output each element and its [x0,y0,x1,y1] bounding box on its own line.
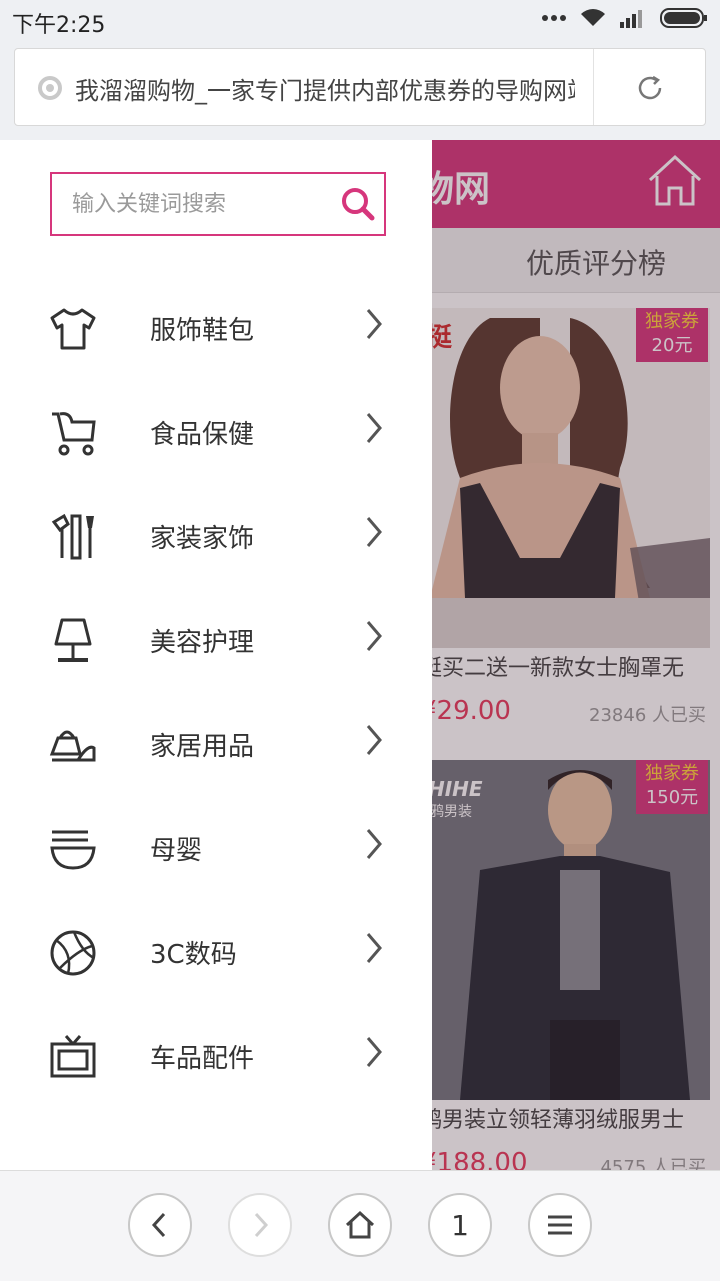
category-label: 母婴 [150,836,203,866]
category-item-food[interactable]: 食品保健 [0,396,432,500]
category-item-car-accessories[interactable]: 车品配件 [0,1020,432,1124]
tab-count: 1 [451,1208,469,1242]
menu-button[interactable] [528,1193,592,1257]
category-item-home-decor[interactable]: 家装家饰 [0,500,432,604]
category-label: 车品配件 [150,1044,255,1074]
chevron-right-icon [366,829,382,859]
back-button[interactable] [128,1193,192,1257]
search-input[interactable] [52,174,352,234]
search-box [50,172,386,236]
chevron-right-icon [366,1037,382,1067]
home-icon [345,1210,375,1239]
tabs-button[interactable]: 1 [428,1193,492,1257]
tv-icon [50,1035,96,1078]
chevron-right-icon [366,725,382,755]
wifi-icon [581,9,605,26]
bag-heel-icon [49,730,96,762]
tools-icon [51,513,94,560]
chevron-right-icon [366,933,382,963]
category-label: 家居用品 [150,732,255,762]
site-loading-icon [38,76,62,100]
hamburger-menu-icon [548,1215,572,1235]
basketball-icon [50,930,96,976]
noodle-bowl-icon [50,830,96,870]
chevron-left-icon [151,1212,166,1238]
category-item-apparel[interactable]: 服饰鞋包 [0,292,432,396]
browser-toolbar: 1 [0,1170,720,1281]
lamp-icon [54,618,92,662]
category-item-mother-baby[interactable]: 母婴 [0,812,432,916]
stroller-icon [52,412,96,456]
search-icon[interactable] [338,184,378,224]
category-drawer: 服饰鞋包 食品保健 家装家饰 美容护理 家居用品 母婴 3C数码 车品配件 [0,140,432,1170]
chevron-right-icon [366,517,382,547]
forward-button[interactable] [228,1193,292,1257]
signal-icon [620,10,642,28]
chevron-right-icon [366,309,382,339]
status-time: 下午2:25 [12,13,106,38]
address-bar: 我溜溜购物_一家专门提供内部优惠券的导购网站 [0,40,720,140]
status-icons [542,8,708,28]
category-item-beauty[interactable]: 美容护理 [0,604,432,708]
more-dots-icon [542,15,566,21]
category-item-3c-digital[interactable]: 3C数码 [0,916,432,1020]
category-label: 家装家饰 [150,524,255,554]
refresh-icon[interactable] [635,73,665,103]
home-button[interactable] [328,1193,392,1257]
category-label: 食品保健 [150,420,255,450]
chevron-right-icon [366,621,382,651]
category-item-household[interactable]: 家居用品 [0,708,432,812]
battery-icon [660,8,707,28]
category-label: 服饰鞋包 [150,316,255,346]
category-label: 美容护理 [150,628,255,658]
tshirt-icon [50,308,96,350]
chevron-right-icon [366,413,382,443]
divider [593,49,594,125]
category-label: 3C数码 [150,940,237,970]
chevron-right-icon [254,1212,269,1238]
page-title[interactable]: 我溜溜购物_一家专门提供内部优惠券的导购网站 [75,71,575,106]
url-box[interactable]: 我溜溜购物_一家专门提供内部优惠券的导购网站 [14,48,706,126]
status-bar: 下午2:25 [0,0,720,40]
